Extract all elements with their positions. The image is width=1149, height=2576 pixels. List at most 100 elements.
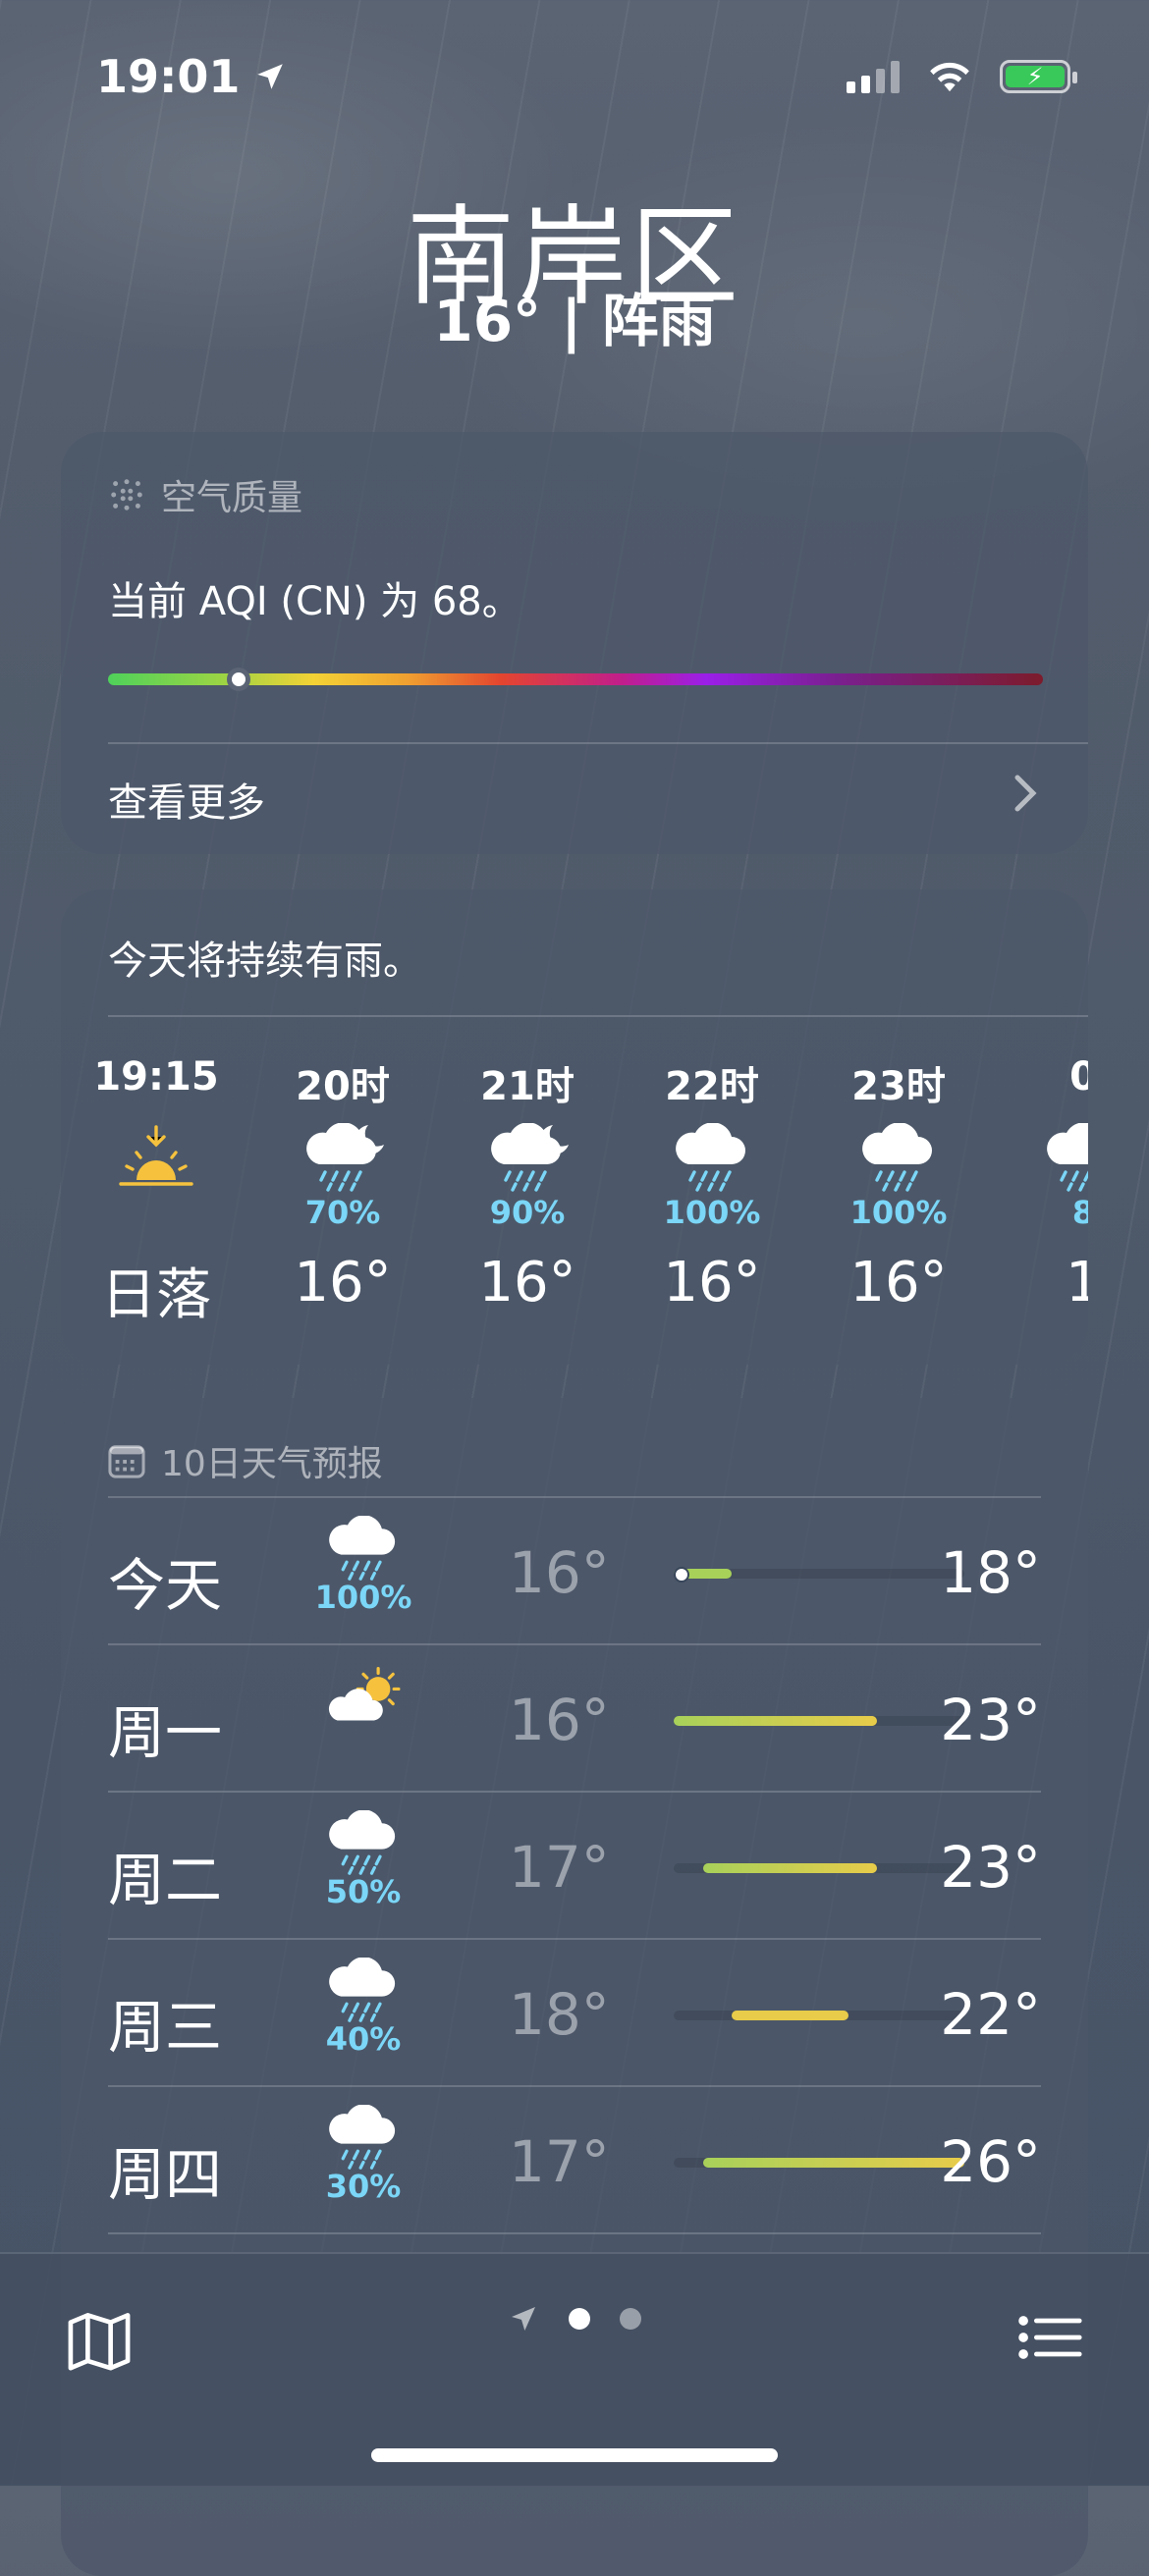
hour-icon-wrap bbox=[444, 1123, 611, 1194]
page-dot[interactable] bbox=[620, 2308, 641, 2330]
ten-day-header: 10日天气预报 bbox=[108, 1435, 383, 1486]
cloud-rain-icon bbox=[1047, 1123, 1088, 1192]
hourly-forecast-card[interactable]: 今天将持续有雨。 19:15 日落 20时 70% 16° 21时 90% 16° 22时 100… bbox=[61, 889, 1088, 1365]
day-name: 周四 bbox=[108, 2141, 223, 2208]
chevron-right-icon[interactable] bbox=[1013, 774, 1039, 823]
aqi-indicator-dot bbox=[227, 668, 251, 691]
divider bbox=[108, 2232, 1041, 2234]
hour-temp: 16° bbox=[478, 1251, 576, 1315]
precip-chance: 50% bbox=[325, 1873, 402, 1910]
precip-chance: 70% bbox=[304, 1194, 381, 1231]
hourly-item: 19:15 日落 bbox=[73, 1054, 240, 1330]
day-high-temp: 18° bbox=[940, 1539, 1041, 1606]
day-high-temp: 26° bbox=[940, 2128, 1041, 2195]
location-arrow-icon bbox=[257, 64, 284, 89]
wifi-icon bbox=[930, 62, 969, 92]
home-indicator bbox=[371, 2448, 778, 2462]
hourly-summary: 今天将持续有雨。 bbox=[108, 939, 422, 984]
current-conditions: 16° | 阵雨 bbox=[433, 288, 716, 354]
divider bbox=[108, 742, 1088, 744]
current-temp-dot bbox=[674, 1567, 689, 1583]
temp-range-track bbox=[674, 1863, 964, 1873]
air-quality-header: 空气质量 bbox=[108, 469, 302, 520]
precip-chance: 100% bbox=[849, 1194, 948, 1231]
day-row[interactable]: 周二 50% 17° 23° bbox=[108, 1793, 1041, 1940]
page-dot-active[interactable] bbox=[569, 2308, 590, 2330]
hour-icon-wrap bbox=[1000, 1123, 1088, 1194]
calendar-icon bbox=[108, 1445, 145, 1478]
cloud-rain-icon bbox=[862, 1123, 932, 1192]
hour-label: 19:15 bbox=[93, 1054, 219, 1100]
hour-label: 21时 bbox=[480, 1064, 574, 1109]
cloud-rain-icon bbox=[329, 1958, 396, 2022]
precip-chance bbox=[73, 1194, 240, 1233]
cloud-moon-rain-icon bbox=[306, 1123, 384, 1192]
precip-chance: 40% bbox=[325, 2020, 402, 2058]
air-quality-title: 空气质量 bbox=[161, 478, 303, 518]
hourly-item: 0 8 1 bbox=[1000, 1054, 1088, 1315]
precip-chance: 100% bbox=[314, 1579, 412, 1616]
day-row[interactable]: 今天 100% 16° 18° bbox=[108, 1498, 1041, 1645]
status-bar: 19:01 ⚡ bbox=[96, 47, 1077, 106]
cloud-rain-icon bbox=[676, 1123, 745, 1192]
precip-chance: 30% bbox=[325, 2168, 402, 2205]
day-icon-wrap: 100% bbox=[314, 1516, 412, 1616]
day-icon-wrap: 50% bbox=[314, 1810, 412, 1910]
day-low-temp: 16° bbox=[509, 1687, 610, 1753]
cloud-rain-icon bbox=[329, 2105, 396, 2170]
time-text: 19:01 bbox=[96, 50, 241, 103]
day-row[interactable]: 周四 30% 17° 26° bbox=[108, 2087, 1041, 2234]
hourly-item: 20时 70% 16° bbox=[259, 1054, 426, 1315]
day-row[interactable]: 周三 40% 18° 22° bbox=[108, 1940, 1041, 2087]
hour-label: 0 bbox=[1069, 1054, 1088, 1100]
location-arrow-icon[interactable] bbox=[508, 2303, 539, 2334]
hour-temp: 16° bbox=[294, 1251, 392, 1315]
see-more-link[interactable]: 查看更多 bbox=[108, 771, 265, 828]
hour-temp: 16° bbox=[663, 1251, 761, 1315]
temp-range-track bbox=[674, 1567, 964, 1583]
temp-range-track bbox=[674, 1716, 964, 1726]
temp-range-fill bbox=[702, 2158, 964, 2168]
list-icon[interactable] bbox=[1017, 2313, 1084, 2366]
day-high-temp: 23° bbox=[940, 1834, 1041, 1901]
status-time: 19:01 bbox=[96, 50, 287, 103]
hour-icon-wrap bbox=[629, 1123, 795, 1194]
precip-chance: 8 bbox=[1071, 1194, 1088, 1231]
cloud-rain-icon bbox=[329, 1516, 396, 1581]
hourly-item: 21时 90% 16° bbox=[444, 1054, 611, 1315]
hour-icon-wrap bbox=[73, 1123, 240, 1194]
temp-range-track bbox=[674, 2011, 964, 2020]
temp-range-fill bbox=[732, 2011, 848, 2020]
day-low-temp: 18° bbox=[509, 1981, 610, 2048]
air-quality-card[interactable]: 空气质量 当前 AQI (CN) 为 68。 查看更多 bbox=[61, 432, 1088, 854]
air-quality-icon bbox=[111, 479, 142, 510]
sunset-icon bbox=[119, 1125, 193, 1186]
precip-chance: 100% bbox=[663, 1194, 761, 1231]
day-name: 周一 bbox=[108, 1699, 223, 1766]
bottom-toolbar bbox=[0, 2252, 1149, 2486]
hourly-item: 23时 100% 16° bbox=[815, 1054, 982, 1315]
cloud-rain-icon bbox=[329, 1810, 396, 1875]
temp-range-track bbox=[674, 2158, 964, 2168]
day-low-temp: 17° bbox=[509, 1834, 610, 1901]
day-high-temp: 22° bbox=[940, 1981, 1041, 2048]
day-icon-wrap bbox=[314, 1663, 412, 1730]
hour-label: 20时 bbox=[296, 1064, 390, 1109]
hour-temp: 日落 bbox=[101, 1263, 211, 1327]
precip-chance: 90% bbox=[489, 1194, 566, 1231]
day-icon-wrap: 30% bbox=[314, 2105, 412, 2205]
ten-day-title: 10日天气预报 bbox=[161, 1444, 383, 1484]
day-row[interactable]: 周一 16° 23° bbox=[108, 1645, 1041, 1793]
hour-icon-wrap bbox=[815, 1123, 982, 1194]
page-indicator[interactable] bbox=[0, 2303, 1149, 2334]
hourly-item: 22时 100% 16° bbox=[629, 1054, 795, 1315]
temp-range-fill bbox=[702, 1863, 878, 1873]
cloud-sun-icon bbox=[328, 1667, 401, 1721]
day-low-temp: 17° bbox=[509, 2128, 610, 2195]
day-icon-wrap: 40% bbox=[314, 1958, 412, 2058]
hour-icon-wrap bbox=[259, 1123, 426, 1194]
battery-charging-icon: ⚡ bbox=[1000, 60, 1077, 93]
day-low-temp: 16° bbox=[509, 1539, 610, 1606]
cloud-moon-rain-icon bbox=[491, 1123, 569, 1192]
day-name: 周二 bbox=[108, 1847, 223, 1913]
